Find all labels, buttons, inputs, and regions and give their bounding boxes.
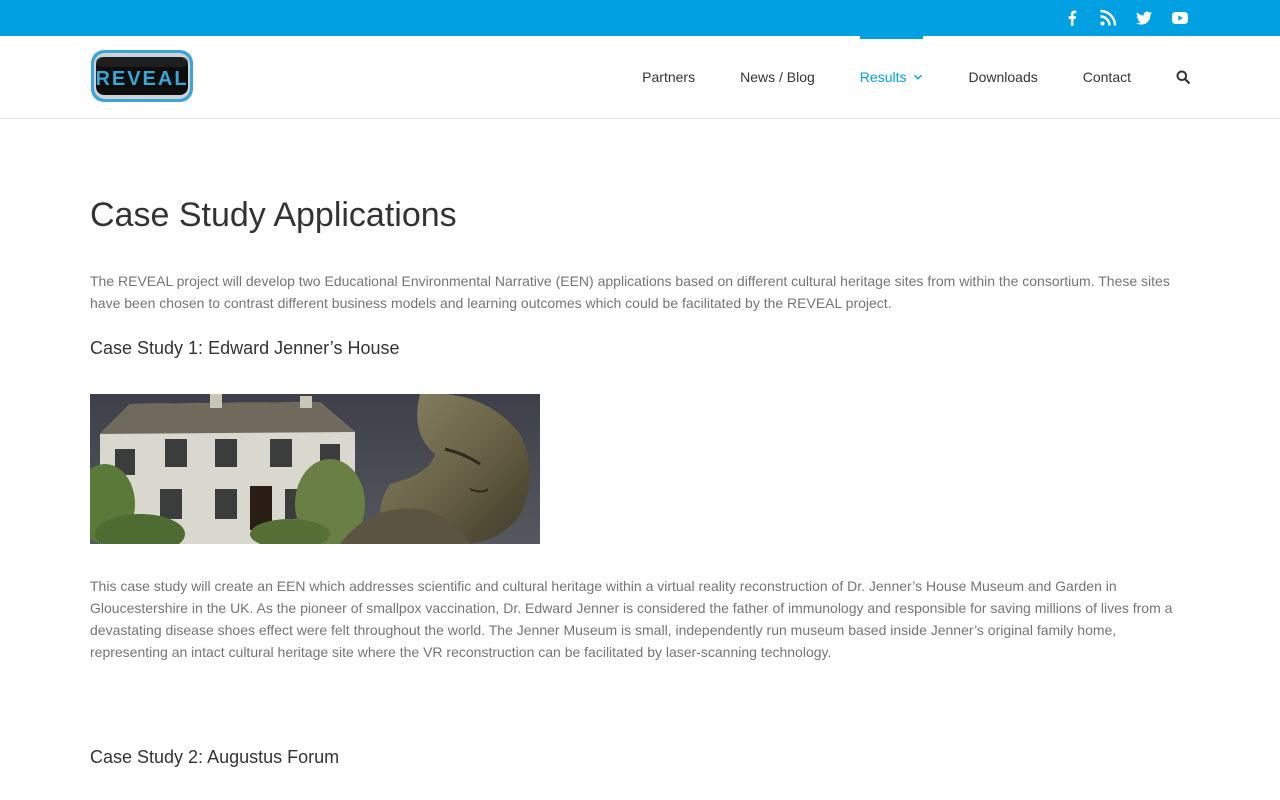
rss-icon[interactable] (1098, 8, 1118, 28)
youtube-icon[interactable] (1170, 8, 1190, 28)
reveal-logo[interactable]: REVEAL (90, 47, 194, 105)
nav-downloads[interactable]: Downloads (968, 36, 1037, 118)
social-links (1062, 8, 1190, 28)
nav-label: Contact (1082, 69, 1131, 85)
nav-label: Partners (642, 69, 696, 85)
jenner-house-image (90, 394, 540, 544)
nav-label: Downloads (968, 69, 1038, 85)
nav-contact[interactable]: Contact (1083, 36, 1131, 118)
main-nav: Partners News / Blog Results Downloads C… (597, 36, 1190, 118)
logo-text: REVEAL (95, 68, 188, 90)
site-header: REVEAL Partners News / Blog Results Down… (0, 36, 1280, 119)
twitter-icon[interactable] (1134, 8, 1154, 28)
page-title: Case Study Applications (90, 196, 457, 234)
top-bar (0, 0, 1280, 36)
facebook-icon[interactable] (1062, 8, 1082, 28)
nav-label: News / Blog (740, 69, 815, 85)
intro-paragraph: The REVEAL project will develop two Educ… (90, 273, 1170, 311)
nav-label: Results (859, 69, 907, 85)
nav-results[interactable]: Results (859, 36, 924, 118)
case-study-1-paragraph: This case study will create an EEN which… (90, 578, 1173, 660)
case-study-2-heading: Case Study 2: Augustus Forum (90, 747, 340, 767)
chevron-down-icon (914, 74, 923, 80)
nav-partners[interactable]: Partners (642, 36, 695, 118)
case-study-1-heading: Case Study 1: Edward Jenner’s House (90, 338, 400, 358)
nav-news-blog[interactable]: News / Blog (740, 36, 815, 118)
search-icon[interactable] (1176, 70, 1190, 84)
